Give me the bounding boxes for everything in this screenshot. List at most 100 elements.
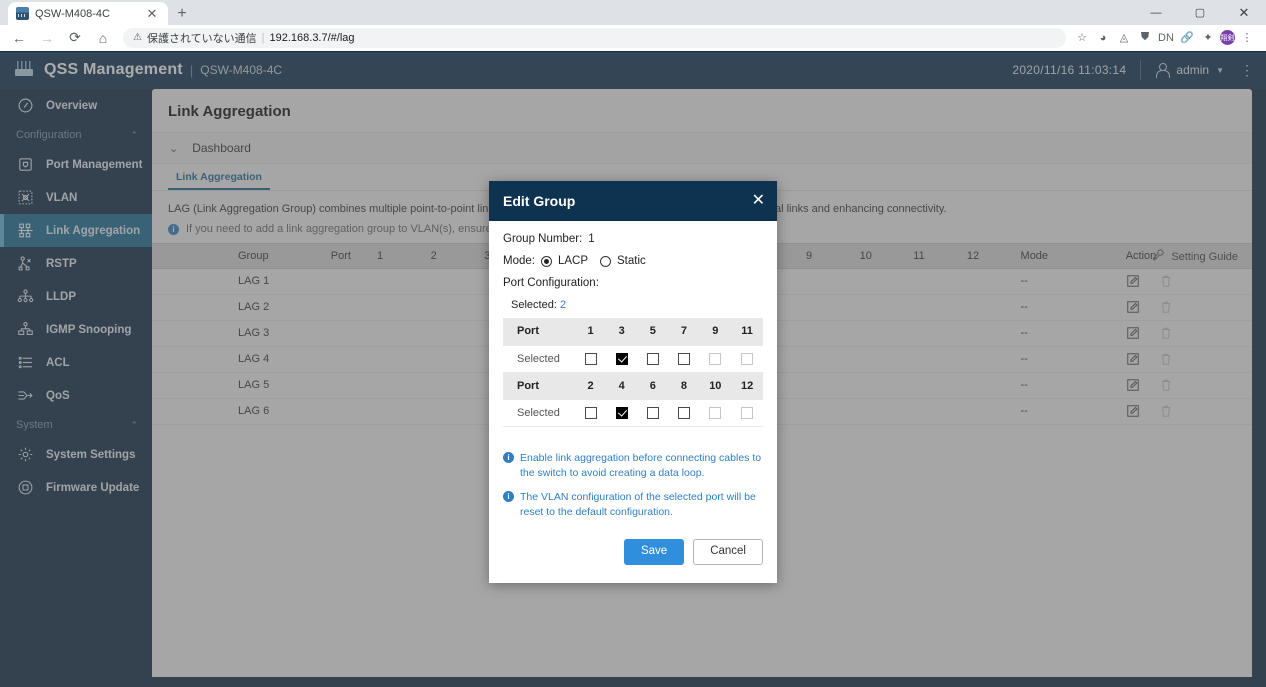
bookmark-star-icon[interactable]: ☆ (1073, 29, 1091, 47)
group-number-label: Group Number: (503, 233, 582, 245)
checkbox-port-12 (741, 407, 753, 419)
checkbox-port-7[interactable] (678, 353, 690, 365)
port-number: 2 (575, 372, 606, 399)
port-configuration-label: Port Configuration: (503, 277, 763, 289)
checkbox-port-11 (741, 353, 753, 365)
address-bar[interactable]: ⚠ 保護されていない通信 | 192.168.3.7/#/lag (123, 28, 1066, 48)
checkbox-port-5[interactable] (647, 353, 659, 365)
port-number: 9 (699, 318, 731, 345)
group-number-row: Group Number: 1 (503, 233, 763, 245)
modal-notes: i Enable link aggregation before connect… (489, 437, 777, 521)
port-number: 7 (668, 318, 699, 345)
mode-row: Mode: LACP Static (503, 255, 763, 267)
browser-tab-title: QSW-M408-4C (35, 8, 138, 20)
port-cell-6 (637, 399, 668, 426)
port-number: 10 (699, 372, 731, 399)
edit-group-modal: Edit Group ✕ Group Number: 1 Mode: LACP … (489, 181, 777, 583)
selected-count-value: 2 (560, 299, 566, 311)
checkbox-port-4[interactable] (616, 407, 628, 419)
modal-body: Group Number: 1 Mode: LACP Static Port C… (489, 221, 777, 437)
security-status-text: 保護されていない通信 (147, 30, 257, 46)
browser-tab-strip: QSW-M408-4C ✕ + — ▢ ✕ (0, 0, 1266, 25)
radio-static[interactable] (600, 256, 611, 267)
port-number: 5 (637, 318, 668, 345)
browser-toolbar: ← → ⟳ ⌂ ⚠ 保護されていない通信 | 192.168.3.7/#/lag… (0, 25, 1266, 51)
selected-row-label: Selected (503, 345, 575, 372)
extension-shield-icon[interactable]: ⛊ (1136, 29, 1154, 47)
port-selection-table: Port 1 3 5 7 9 11 Selected Port 2 4 (503, 318, 763, 427)
port-header-row-even: Port 2 4 6 8 10 12 (503, 372, 763, 399)
port-number: 8 (668, 372, 699, 399)
extension-clock-icon[interactable]: ◕ (1094, 29, 1112, 47)
port-number: 6 (637, 372, 668, 399)
port-cell-4 (606, 399, 637, 426)
profile-avatar[interactable]: 翔剣 (1220, 30, 1235, 45)
extension-link-icon[interactable]: 🔗 (1178, 29, 1196, 47)
checkbox-port-2[interactable] (585, 407, 597, 419)
port-row-label: Port (503, 318, 575, 345)
port-config-text: Port Configuration: (503, 277, 599, 289)
port-cell-8 (668, 399, 699, 426)
port-header-row-odd: Port 1 3 5 7 9 11 (503, 318, 763, 345)
forward-icon[interactable]: → (34, 26, 60, 50)
minimize-icon[interactable]: — (1134, 0, 1178, 25)
checkbox-port-1[interactable] (585, 353, 597, 365)
extensions-puzzle-icon[interactable]: ✦ (1199, 29, 1217, 47)
port-cell-3 (606, 345, 637, 372)
save-button[interactable]: Save (624, 539, 684, 565)
radio-lacp-label: LACP (558, 255, 588, 267)
browser-tab[interactable]: QSW-M408-4C ✕ (8, 2, 168, 25)
port-number: 1 (575, 318, 606, 345)
checkbox-port-3[interactable] (616, 353, 628, 365)
port-number: 3 (606, 318, 637, 345)
port-row-label: Port (503, 372, 575, 399)
info-icon: i (503, 452, 514, 463)
window-controls: — ▢ ✕ (1134, 0, 1266, 25)
omnibox-separator: | (262, 32, 265, 44)
modal-note-1-text: Enable link aggregation before connectin… (520, 451, 763, 481)
favicon-icon (16, 7, 29, 20)
mode-label: Mode: (503, 255, 535, 267)
port-checkbox-row-odd: Selected (503, 345, 763, 372)
toolbar-icons: ☆ ◕ ◬ ⛊ DN 🔗 ✦ 翔剣 ⋮ (1073, 29, 1260, 47)
port-cell-7 (668, 345, 699, 372)
maximize-icon[interactable]: ▢ (1178, 0, 1222, 25)
back-icon[interactable]: ← (6, 26, 32, 50)
modal-note-1: i Enable link aggregation before connect… (503, 451, 763, 481)
checkbox-port-6[interactable] (647, 407, 659, 419)
url-text: 192.168.3.7/#/lag (270, 32, 355, 44)
not-secure-icon: ⚠ (133, 32, 142, 43)
checkbox-port-8[interactable] (678, 407, 690, 419)
port-cell-12 (731, 399, 763, 426)
reload-icon[interactable]: ⟳ (62, 26, 88, 50)
close-icon[interactable]: ✕ (752, 193, 765, 209)
window-close-icon[interactable]: ✕ (1222, 0, 1266, 25)
radio-static-label: Static (617, 255, 646, 267)
modal-header: Edit Group ✕ (489, 181, 777, 221)
home-icon[interactable]: ⌂ (90, 26, 116, 50)
port-cell-11 (731, 345, 763, 372)
port-number: 4 (606, 372, 637, 399)
port-cell-9 (699, 345, 731, 372)
group-number-value: 1 (588, 233, 594, 245)
port-cell-1 (575, 345, 606, 372)
extension-dn-icon[interactable]: DN (1157, 29, 1175, 47)
port-cell-10 (699, 399, 731, 426)
extension-image-icon[interactable]: ◬ (1115, 29, 1133, 47)
port-number: 12 (731, 372, 763, 399)
cancel-button[interactable]: Cancel (693, 539, 763, 565)
modal-note-2: i The VLAN configuration of the selected… (503, 490, 763, 520)
modal-actions: Save Cancel (489, 529, 777, 583)
checkbox-port-9 (709, 353, 721, 365)
browser-menu-icon[interactable]: ⋮ (1238, 29, 1256, 47)
radio-lacp[interactable] (541, 256, 552, 267)
port-checkbox-row-even: Selected (503, 399, 763, 426)
modal-title: Edit Group (503, 193, 575, 209)
port-cell-2 (575, 399, 606, 426)
new-tab-button[interactable]: + (168, 2, 196, 25)
modal-note-2-text: The VLAN configuration of the selected p… (520, 490, 763, 520)
close-icon[interactable]: ✕ (144, 6, 160, 22)
port-cell-5 (637, 345, 668, 372)
port-number: 11 (731, 318, 763, 345)
selected-label: Selected: (511, 299, 557, 311)
